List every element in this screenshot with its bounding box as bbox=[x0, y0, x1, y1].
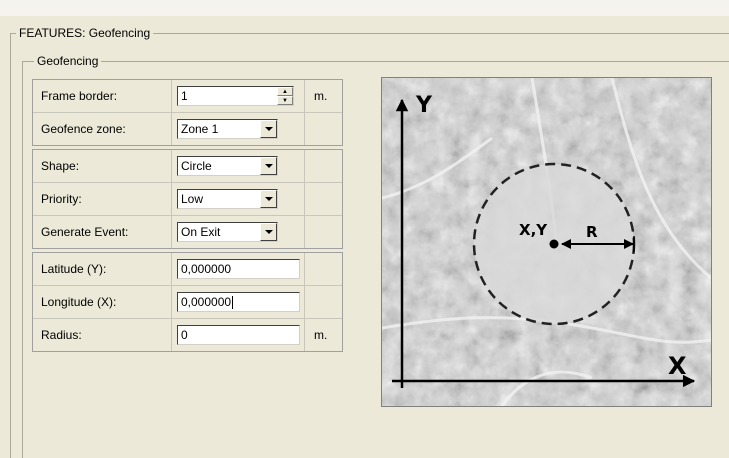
geofence-diagram: Y X X,Y R bbox=[381, 77, 712, 407]
geofence-zone-unit bbox=[305, 113, 342, 145]
generate-event-row: Generate Event: On Exit bbox=[33, 215, 342, 248]
priority-dropdown[interactable]: Low bbox=[177, 189, 278, 209]
latitude-label: Latitude (Y): bbox=[33, 253, 172, 285]
text-caret bbox=[232, 295, 234, 309]
radius-row: Radius: 0 m. bbox=[33, 318, 342, 351]
spin-up-icon[interactable]: ▲ bbox=[277, 87, 293, 96]
shape-row: Shape: Circle bbox=[33, 150, 342, 182]
chevron-down-icon bbox=[264, 127, 273, 131]
frame-border-label: Frame border: bbox=[33, 80, 172, 112]
property-section: Frame border: 1 ▲ ▼ m. Geofence zone: Zone 1 bbox=[32, 79, 343, 146]
priority-unit bbox=[305, 183, 342, 215]
radius-input-value: 0 bbox=[181, 328, 188, 342]
dropdown-button[interactable] bbox=[260, 120, 277, 138]
shape-selected-value: Circle bbox=[181, 159, 212, 173]
radius-label: Radius: bbox=[33, 319, 172, 351]
priority-selected-value: Low bbox=[181, 192, 204, 206]
longitude-row: Longitude (X): 0,000000 bbox=[33, 285, 342, 318]
shape-label: Shape: bbox=[33, 150, 172, 182]
radius-input[interactable]: 0 bbox=[177, 325, 300, 345]
generate-event-label: Generate Event: bbox=[33, 216, 172, 248]
center-label: X,Y bbox=[519, 221, 548, 239]
generate-event-value-cell: On Exit bbox=[172, 216, 305, 248]
latitude-input-value: 0,000000 bbox=[181, 262, 232, 276]
radius-label: R bbox=[586, 223, 598, 241]
radius-unit: m. bbox=[314, 328, 328, 342]
frame-border-spinner-value: 1 bbox=[181, 89, 188, 103]
priority-value-cell: Low bbox=[172, 183, 305, 215]
longitude-input[interactable]: 0,000000 bbox=[177, 292, 300, 312]
geofence-diagram-svg: Y X X,Y R bbox=[382, 78, 711, 406]
spin-buttons[interactable]: ▲ ▼ bbox=[277, 87, 293, 105]
longitude-unit bbox=[305, 286, 342, 318]
latitude-unit bbox=[305, 253, 342, 285]
shape-unit bbox=[305, 150, 342, 182]
geofencing-group-title: Geofencing bbox=[34, 54, 102, 68]
latitude-row: Latitude (Y): 0,000000 bbox=[33, 253, 342, 285]
latitude-input[interactable]: 0,000000 bbox=[177, 259, 300, 279]
property-section: Latitude (Y): 0,000000 Longitude (X): 0,000… bbox=[32, 252, 343, 352]
chevron-down-icon bbox=[264, 164, 273, 168]
generate-event-dropdown[interactable]: On Exit bbox=[177, 222, 278, 242]
spin-down-icon[interactable]: ▼ bbox=[277, 96, 293, 105]
geofence-zone-label: Geofence zone: bbox=[33, 113, 172, 145]
dropdown-button[interactable] bbox=[260, 157, 277, 175]
latitude-value-cell: 0,000000 bbox=[172, 253, 305, 285]
geofence-zone-dropdown[interactable]: Zone 1 bbox=[177, 119, 278, 139]
x-axis-label: X bbox=[668, 352, 687, 380]
y-axis-label: Y bbox=[415, 93, 433, 118]
shape-dropdown[interactable]: Circle bbox=[177, 156, 278, 176]
top-strip bbox=[0, 0, 729, 16]
geofence-zone-row: Geofence zone: Zone 1 bbox=[33, 112, 342, 145]
generate-event-unit bbox=[305, 216, 342, 248]
frame-border-value-cell: 1 ▲ ▼ bbox=[172, 80, 305, 112]
center-point bbox=[549, 239, 559, 249]
geofence-zone-selected-value: Zone 1 bbox=[181, 122, 219, 136]
chevron-down-icon bbox=[264, 230, 273, 234]
frame-border-spinner[interactable]: 1 ▲ ▼ bbox=[177, 86, 294, 106]
shape-value-cell: Circle bbox=[172, 150, 305, 182]
property-section: Shape: Circle Priority: Low Generate Event: O… bbox=[32, 149, 343, 249]
features-group-title: FEATURES: Geofencing bbox=[16, 26, 154, 40]
longitude-label: Longitude (X): bbox=[33, 286, 172, 318]
property-grid: Frame border: 1 ▲ ▼ m. Geofence zone: Zone 1 Sh… bbox=[32, 79, 343, 355]
longitude-value-cell: 0,000000 bbox=[172, 286, 305, 318]
dropdown-button[interactable] bbox=[260, 190, 277, 208]
chevron-down-icon bbox=[264, 197, 273, 201]
geofence-zone-value-cell: Zone 1 bbox=[172, 113, 305, 145]
longitude-input-value: 0,000000 bbox=[181, 295, 232, 309]
radius-value-cell: 0 bbox=[172, 319, 305, 351]
frame-border-row: Frame border: 1 ▲ ▼ m. bbox=[33, 80, 342, 112]
priority-row: Priority: Low bbox=[33, 182, 342, 215]
priority-label: Priority: bbox=[33, 183, 172, 215]
dropdown-button[interactable] bbox=[260, 223, 277, 241]
frame-border-unit: m. bbox=[314, 89, 328, 103]
generate-event-selected-value: On Exit bbox=[181, 225, 221, 239]
